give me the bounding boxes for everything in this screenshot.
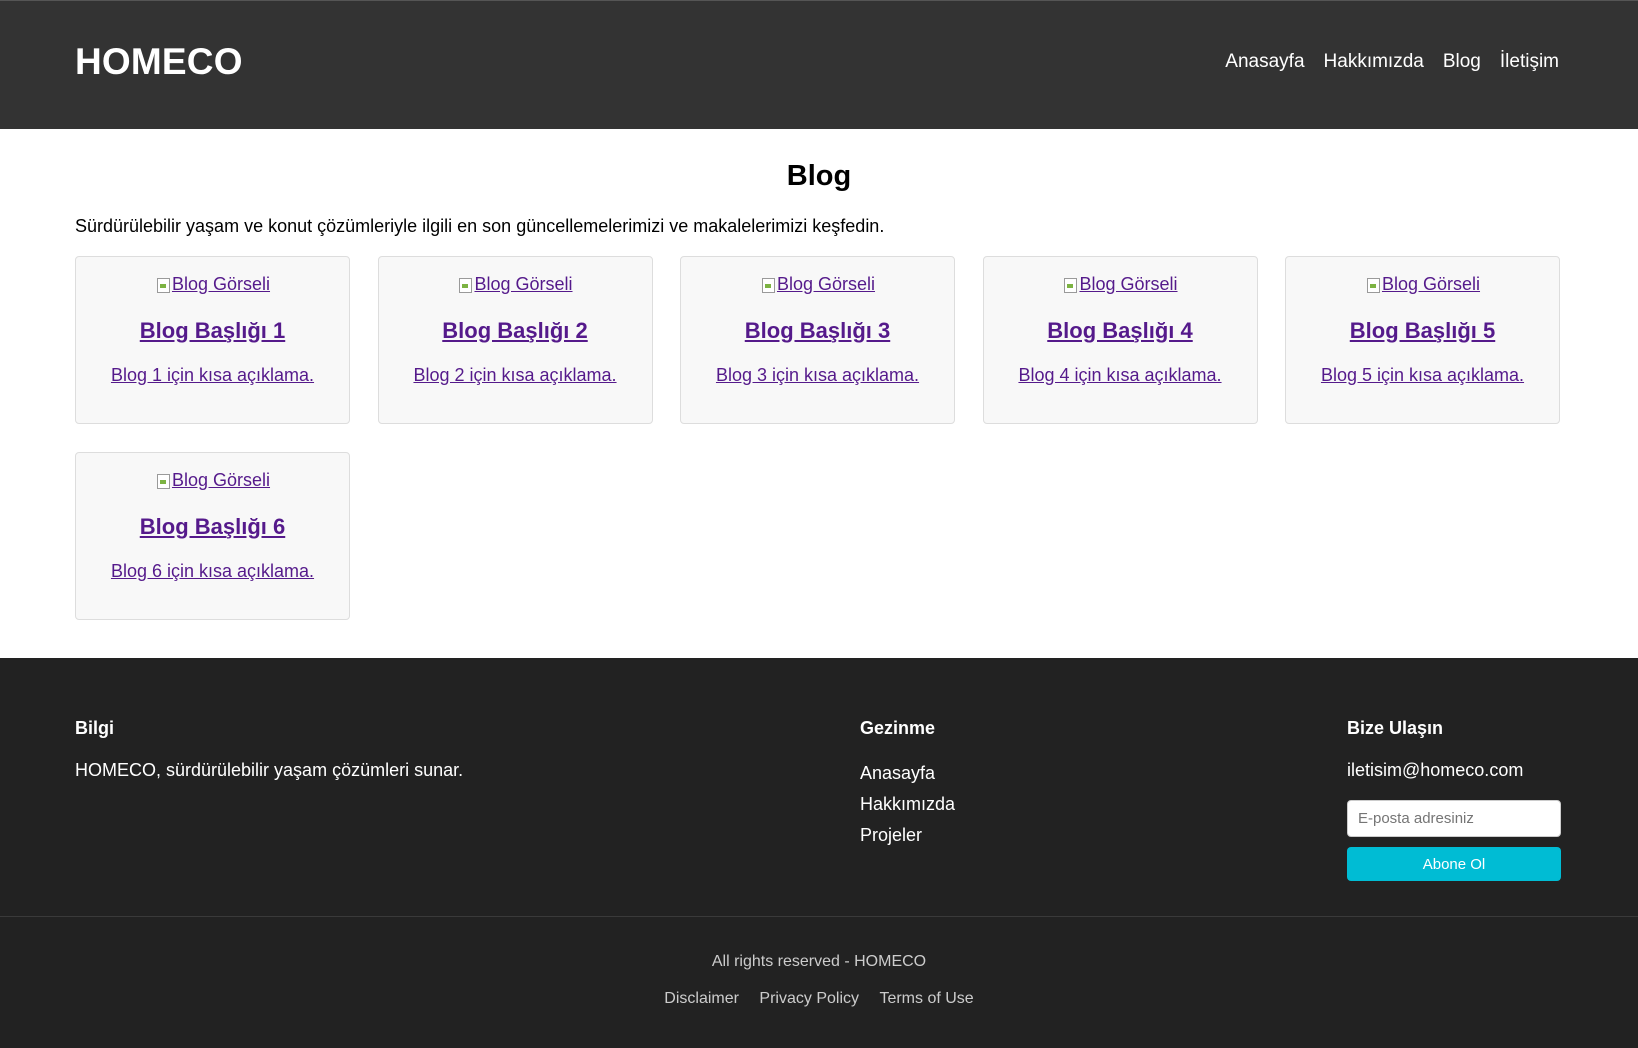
newsletter-email-input[interactable] <box>1347 800 1561 837</box>
footer-link-about[interactable]: Hakkımızda <box>860 794 955 814</box>
broken-image-icon <box>1365 277 1381 293</box>
blog-description-link[interactable]: Blog 1 için kısa açıklama. <box>76 365 349 386</box>
blog-image-link[interactable]: Blog Görseli <box>1062 274 1178 295</box>
blog-title-link[interactable]: Blog Başlığı 3 <box>681 318 954 344</box>
site-logo[interactable]: HOMECO <box>75 41 243 83</box>
terms-of-use-link[interactable]: Terms of Use <box>879 990 973 1007</box>
blog-image-link[interactable]: Blog Görseli <box>760 274 875 295</box>
blog-image-alt: Blog Görseli <box>1079 274 1178 294</box>
site-header: HOMECO Anasayfa Hakkımızda Blog İletişim <box>0 0 1638 129</box>
blog-description-link[interactable]: Blog 6 için kısa açıklama. <box>76 561 349 582</box>
broken-image-icon <box>155 277 171 293</box>
blog-card: Blog Görseli Blog Başlığı 6 Blog 6 için … <box>75 452 350 620</box>
main-nav: Anasayfa Hakkımızda Blog İletişim <box>1225 51 1559 73</box>
footer-link-projects[interactable]: Projeler <box>860 825 922 845</box>
legal-links: Disclaimer Privacy Policy Terms of Use <box>0 990 1638 1008</box>
footer-info-text: HOMECO, sürdürülebilir yaşam çözümleri s… <box>75 760 464 780</box>
blog-description-link[interactable]: Blog 4 için kısa açıklama. <box>984 365 1257 386</box>
blog-image-link[interactable]: Blog Görseli <box>457 274 573 295</box>
footer-info-heading: Bilgi <box>75 718 114 738</box>
nav-link-blog[interactable]: Blog <box>1443 51 1481 73</box>
blog-card: Blog Görseli Blog Başlığı 5 Blog 5 için … <box>1285 256 1560 424</box>
blog-grid: Blog Görseli Blog Başlığı 1 Blog 1 için … <box>75 256 1560 620</box>
blog-image-link[interactable]: Blog Görseli <box>155 470 270 491</box>
blog-description-link[interactable]: Blog 2 için kısa açıklama. <box>379 365 652 386</box>
blog-card: Blog Görseli Blog Başlığı 4 Blog 4 için … <box>982 256 1258 424</box>
blog-description-link[interactable]: Blog 3 için kısa açıklama. <box>681 365 954 386</box>
blog-image-link[interactable]: Blog Görseli <box>155 274 270 295</box>
footer-navigation: Gezinme Anasayfa Hakkımızda Projeler <box>860 718 955 851</box>
blog-image-link[interactable]: Blog Görseli <box>1365 274 1480 295</box>
blog-image-alt: Blog Görseli <box>776 274 876 294</box>
page-title: Blog <box>786 160 852 192</box>
blog-title-link[interactable]: Blog Başlığı 4 <box>984 318 1257 344</box>
privacy-policy-link[interactable]: Privacy Policy <box>759 990 859 1007</box>
blog-image-alt: Blog Görseli <box>474 274 573 294</box>
broken-image-icon <box>155 473 171 489</box>
footer-link-home[interactable]: Anasayfa <box>860 763 935 783</box>
contact-email: iletisim@homeco.com <box>1347 760 1524 780</box>
blog-title-link[interactable]: Blog Başlığı 6 <box>76 514 349 540</box>
subscribe-button[interactable]: Abone Ol <box>1347 847 1561 881</box>
page-intro: Sürdürülebilir yaşam ve konut çözümleriy… <box>75 216 885 236</box>
footer-nav-heading: Gezinme <box>860 718 936 738</box>
broken-image-icon <box>760 277 776 293</box>
blog-card: Blog Görseli Blog Başlığı 1 Blog 1 için … <box>75 256 350 424</box>
blog-card: Blog Görseli Blog Başlığı 2 Blog 2 için … <box>377 256 653 424</box>
blog-image-alt: Blog Görseli <box>171 470 271 490</box>
footer-divider <box>0 916 1638 917</box>
footer-contact: Bize Ulaşın iletisim@homeco.com Abone Ol <box>1347 718 1561 881</box>
blog-description-link[interactable]: Blog 5 için kısa açıklama. <box>1286 365 1559 386</box>
footer-nav-list: Anasayfa Hakkımızda Projeler <box>860 758 955 851</box>
nav-link-contact[interactable]: İletişim <box>1500 51 1559 73</box>
blog-card: Blog Görseli Blog Başlığı 3 Blog 3 için … <box>680 256 955 424</box>
copyright-text: All rights reserved - HOMECO <box>711 953 927 970</box>
blog-title-link[interactable]: Blog Başlığı 2 <box>379 318 652 344</box>
blog-title-link[interactable]: Blog Başlığı 1 <box>76 318 349 344</box>
main-content: Blog Sürdürülebilir yaşam ve konut çözüm… <box>0 129 1638 658</box>
nav-link-home[interactable]: Anasayfa <box>1225 51 1304 73</box>
footer-info: Bilgi HOMECO, sürdürülebilir yaşam çözüm… <box>75 718 463 781</box>
blog-image-alt: Blog Görseli <box>171 274 271 294</box>
blog-image-alt: Blog Görseli <box>1381 274 1481 294</box>
footer-contact-heading: Bize Ulaşın <box>1347 718 1444 738</box>
nav-link-about[interactable]: Hakkımızda <box>1324 51 1424 73</box>
blog-title-link[interactable]: Blog Başlığı 5 <box>1286 318 1559 344</box>
site-footer: Bilgi HOMECO, sürdürülebilir yaşam çözüm… <box>0 658 1638 1048</box>
broken-image-icon <box>457 277 473 293</box>
disclaimer-link[interactable]: Disclaimer <box>664 990 739 1007</box>
broken-image-icon <box>1062 277 1078 293</box>
